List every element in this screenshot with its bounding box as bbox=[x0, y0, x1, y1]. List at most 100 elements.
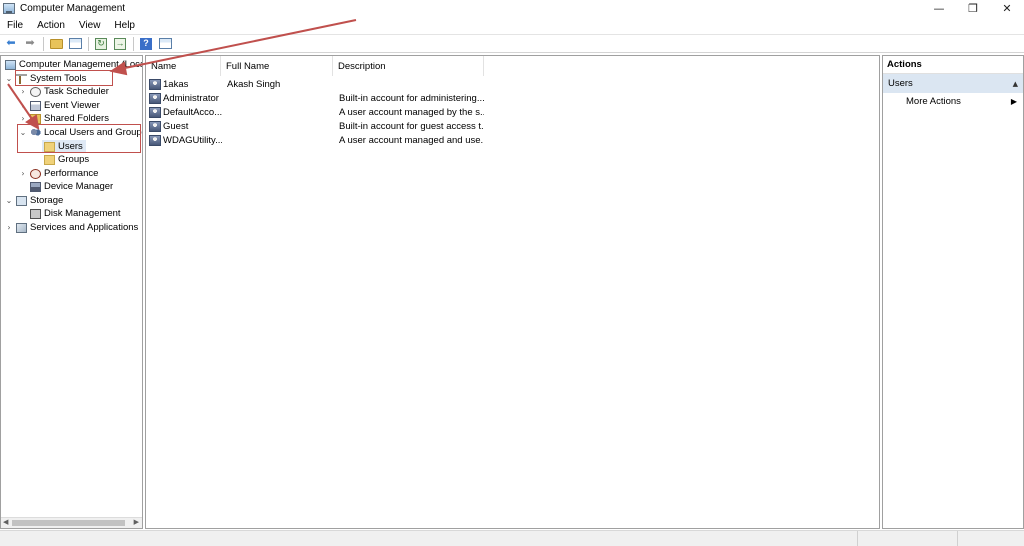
users-list[interactable]: Name Full Name Description 1akas Akash S… bbox=[145, 55, 880, 529]
chevron-right-icon[interactable]: › bbox=[4, 223, 14, 232]
scroll-right-icon[interactable]: ▶ bbox=[134, 518, 139, 526]
window-title: Computer Management bbox=[20, 3, 126, 14]
table-row[interactable]: WDAGUtility... A user account managed an… bbox=[146, 133, 879, 147]
performance-icon bbox=[30, 168, 41, 179]
user-description: A user account managed by the s... bbox=[339, 106, 484, 118]
export-icon: → bbox=[114, 37, 126, 50]
user-name: Guest bbox=[163, 120, 189, 132]
export-list-button[interactable]: → bbox=[112, 36, 128, 51]
column-description[interactable]: Description bbox=[333, 56, 484, 76]
forward-button[interactable]: ➡ bbox=[22, 36, 38, 51]
show-hide-tree-button[interactable] bbox=[67, 36, 83, 51]
status-segment bbox=[958, 531, 1024, 546]
minimize-button[interactable]: — bbox=[922, 0, 956, 17]
action-label: More Actions bbox=[906, 96, 961, 107]
tree-item-disk-management[interactable]: Disk Management bbox=[28, 207, 121, 220]
tree-item-label: Groups bbox=[58, 154, 90, 165]
more-actions-item[interactable]: More Actions ▶ bbox=[883, 93, 1023, 110]
tree-item-performance[interactable]: › Performance bbox=[18, 167, 98, 180]
menu-view[interactable]: View bbox=[72, 20, 108, 31]
collapse-icon[interactable]: ▲ bbox=[1013, 80, 1018, 88]
user-full-name: Akash Singh bbox=[227, 78, 281, 90]
toolbar-separator bbox=[133, 36, 134, 51]
toolbar-separator bbox=[43, 36, 44, 51]
device-manager-icon bbox=[30, 181, 41, 192]
window-controls: — ❐ ✕ bbox=[922, 0, 1024, 17]
menu-file[interactable]: File bbox=[0, 20, 30, 31]
title-bar: Computer Management — ❐ ✕ bbox=[0, 0, 1024, 17]
chevron-right-icon[interactable]: › bbox=[18, 114, 28, 123]
chevron-right-icon[interactable]: › bbox=[18, 87, 28, 96]
tree-item-label: Event Viewer bbox=[44, 100, 100, 111]
menu-action[interactable]: Action bbox=[30, 20, 72, 31]
tree-item-label: Computer Management (Local bbox=[19, 59, 143, 70]
actions-section-users[interactable]: Users ▲ bbox=[883, 74, 1023, 93]
toolbar: ⬅ ➡ ↻ → ? bbox=[0, 34, 1024, 53]
help-button[interactable]: ? bbox=[138, 36, 154, 51]
console-tree[interactable]: Computer Management (Local ⌄ System Tool… bbox=[0, 55, 143, 529]
list-header: Name Full Name Description bbox=[146, 56, 879, 76]
user-icon bbox=[149, 134, 161, 146]
user-name: 1akas bbox=[163, 78, 189, 90]
clock-icon bbox=[30, 86, 41, 97]
refresh-icon: ↻ bbox=[95, 37, 107, 50]
user-name: WDAGUtility... bbox=[163, 134, 222, 146]
user-icon bbox=[149, 78, 161, 90]
tree-item-label: Device Manager bbox=[44, 181, 114, 192]
computer-management-icon bbox=[5, 59, 16, 70]
table-row[interactable]: Administrator Built-in account for admin… bbox=[146, 91, 879, 105]
tree-horizontal-scrollbar[interactable]: ◀ ▶ bbox=[1, 517, 142, 528]
menu-bar: File Action View Help bbox=[0, 17, 1024, 33]
up-folder-button[interactable] bbox=[48, 36, 64, 51]
chevron-down-icon[interactable]: ⌄ bbox=[4, 74, 14, 83]
user-icon bbox=[149, 120, 161, 132]
user-description: Built-in account for administering... bbox=[339, 92, 484, 104]
computer-management-icon bbox=[3, 3, 15, 14]
status-segment bbox=[0, 531, 858, 546]
tree-item-label: Shared Folders bbox=[44, 113, 109, 124]
table-row[interactable]: 1akas Akash Singh bbox=[146, 77, 879, 91]
tree-item-task-scheduler[interactable]: › Task Scheduler bbox=[18, 85, 109, 98]
user-description: Built-in account for guest access t... bbox=[339, 120, 484, 132]
action-pane-icon bbox=[158, 38, 172, 49]
chevron-down-icon[interactable]: ⌄ bbox=[4, 196, 14, 205]
user-description: A user account managed and use... bbox=[339, 134, 484, 146]
help-icon: ? bbox=[140, 37, 152, 50]
status-bar bbox=[0, 530, 1024, 546]
scrollbar-thumb[interactable] bbox=[12, 520, 125, 526]
tree-item-label: Task Scheduler bbox=[44, 86, 109, 97]
scroll-left-icon[interactable]: ◀ bbox=[3, 518, 8, 526]
services-icon bbox=[16, 222, 27, 233]
chevron-right-icon[interactable]: › bbox=[18, 169, 28, 178]
folder-icon bbox=[44, 154, 55, 165]
storage-icon bbox=[16, 195, 27, 206]
chevron-right-icon[interactable]: › bbox=[18, 101, 28, 110]
user-icon bbox=[149, 106, 161, 118]
table-row[interactable]: Guest Built-in account for guest access … bbox=[146, 119, 879, 133]
shared-folder-icon bbox=[30, 113, 41, 124]
refresh-button[interactable]: ↻ bbox=[93, 36, 109, 51]
status-segment bbox=[858, 531, 958, 546]
actions-title: Actions bbox=[883, 56, 1023, 74]
tree-item-services-and-applications[interactable]: › Services and Applications bbox=[4, 221, 138, 234]
menu-help[interactable]: Help bbox=[107, 20, 142, 31]
annotation-box-system-tools bbox=[15, 70, 113, 86]
table-row[interactable]: DefaultAcco... A user account managed by… bbox=[146, 105, 879, 119]
column-full-name[interactable]: Full Name bbox=[221, 56, 333, 76]
tree-item-groups[interactable]: Groups bbox=[42, 153, 89, 166]
tree-item-event-viewer[interactable]: › Event Viewer bbox=[18, 99, 100, 112]
tree-item-device-manager[interactable]: Device Manager bbox=[28, 180, 113, 193]
back-button[interactable]: ⬅ bbox=[3, 36, 19, 51]
user-name: DefaultAcco... bbox=[163, 106, 222, 118]
event-viewer-icon bbox=[30, 100, 41, 111]
close-button[interactable]: ✕ bbox=[990, 0, 1024, 17]
restore-button[interactable]: ❐ bbox=[956, 0, 990, 17]
actions-section-label: Users bbox=[888, 78, 913, 89]
folder-up-icon bbox=[49, 38, 63, 49]
tree-item-storage[interactable]: ⌄ Storage bbox=[4, 194, 64, 207]
tree-item-label: Services and Applications bbox=[30, 222, 139, 233]
tree-item-label: Performance bbox=[44, 168, 99, 179]
user-name: Administrator bbox=[163, 92, 219, 104]
show-hide-action-pane-button[interactable] bbox=[157, 36, 173, 51]
column-name[interactable]: Name bbox=[146, 56, 221, 76]
